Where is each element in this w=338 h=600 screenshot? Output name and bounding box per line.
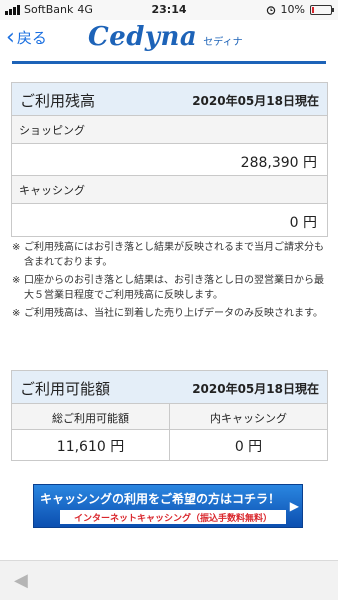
- bottom-toolbar: ◀: [0, 560, 338, 600]
- back-button[interactable]: ‹ 戻る: [6, 24, 47, 50]
- available-cashing-label: 内キャッシング: [170, 404, 327, 430]
- note-mark: ※: [12, 242, 21, 253]
- battery-percent: 10%: [280, 3, 305, 16]
- balance-header: ご利用残高 2020年05月18日現在: [12, 83, 327, 116]
- available-title: ご利用可能額: [20, 380, 111, 398]
- note-text: 口座からのお引き落とし結果は、お引き落とし日の翌営業日から最大５営業日程度でご利…: [24, 275, 324, 301]
- battery-fill: [312, 6, 314, 13]
- note-item: ※ ご利用残高にはお引き落とし結果が反映されるまで当月ご請求分も含まれております…: [12, 240, 328, 270]
- balance-date: 2020年05月18日現在: [192, 94, 319, 108]
- banner-sub-text: インターネットキャッシング（振込手数料無料）: [60, 510, 286, 524]
- balance-panel: ご利用残高 2020年05月18日現在 ショッピング 288,390 円 キャッ…: [11, 82, 328, 237]
- available-cashing-value: 0 円: [234, 439, 263, 455]
- shopping-label: ショッピング: [12, 116, 327, 144]
- logo-kana: セディナ: [203, 37, 243, 48]
- cashing-value: 0 円: [289, 215, 317, 231]
- balance-title: ご利用残高: [20, 92, 96, 110]
- cashing-column: 内キャッシング 0 円: [170, 404, 327, 460]
- note-text: ご利用残高にはお引き落とし結果が反映されるまで当月ご請求分も含まれております。: [24, 242, 324, 268]
- total-value: 11,610 円: [56, 439, 125, 455]
- cashing-label: キャッシング: [12, 176, 327, 204]
- available-date: 2020年05月18日現在: [192, 382, 319, 396]
- cedyna-logo: Cedyna セディナ: [88, 22, 243, 52]
- arrow-right-icon: ▶: [289, 499, 299, 513]
- note-mark: ※: [12, 308, 21, 319]
- status-bar: SoftBank 4G 23:14 10%: [0, 0, 338, 20]
- available-grid: 総ご利用可能額 11,610 円 内キャッシング 0 円: [12, 404, 327, 460]
- notes-list: ※ ご利用残高にはお引き落とし結果が反映されるまで当月ご請求分も含まれております…: [12, 240, 328, 324]
- shopping-value: 288,390 円: [12, 144, 327, 176]
- cashing-banner[interactable]: キャッシングの利用をご希望の方はコチラ！ インターネットキャッシング（振込手数料…: [33, 484, 303, 528]
- available-panel: ご利用可能額 2020年05月18日現在 総ご利用可能額 11,610 円 内キ…: [11, 370, 328, 461]
- battery-icon: [310, 4, 334, 15]
- logo-text: Cedyna: [88, 22, 198, 52]
- total-column: 総ご利用可能額 11,610 円: [12, 404, 170, 460]
- back-label: 戻る: [16, 29, 47, 47]
- header-divider: [12, 61, 326, 64]
- nav-bar: ‹ 戻る Cedyna セディナ: [0, 20, 338, 58]
- available-header: ご利用可能額 2020年05月18日現在: [12, 371, 327, 404]
- note-item: ※ ご利用残高は、当社に到着した売り上げデータのみ反映されます。: [12, 306, 328, 321]
- back-arrow-icon[interactable]: ◀: [14, 570, 28, 591]
- note-item: ※ 口座からのお引き落とし結果は、お引き落とし日の翌営業日から最大５営業日程度で…: [12, 273, 328, 303]
- status-right: 10%: [266, 3, 334, 16]
- total-label: 総ご利用可能額: [12, 404, 169, 430]
- banner-main-text: キャッシングの利用をご希望の方はコチラ！: [39, 492, 280, 506]
- chevron-left-icon: ‹: [6, 24, 15, 50]
- note-mark: ※: [12, 275, 21, 286]
- note-text: ご利用残高は、当社に到着した売り上げデータのみ反映されます。: [24, 308, 323, 319]
- alarm-icon: [266, 5, 275, 15]
